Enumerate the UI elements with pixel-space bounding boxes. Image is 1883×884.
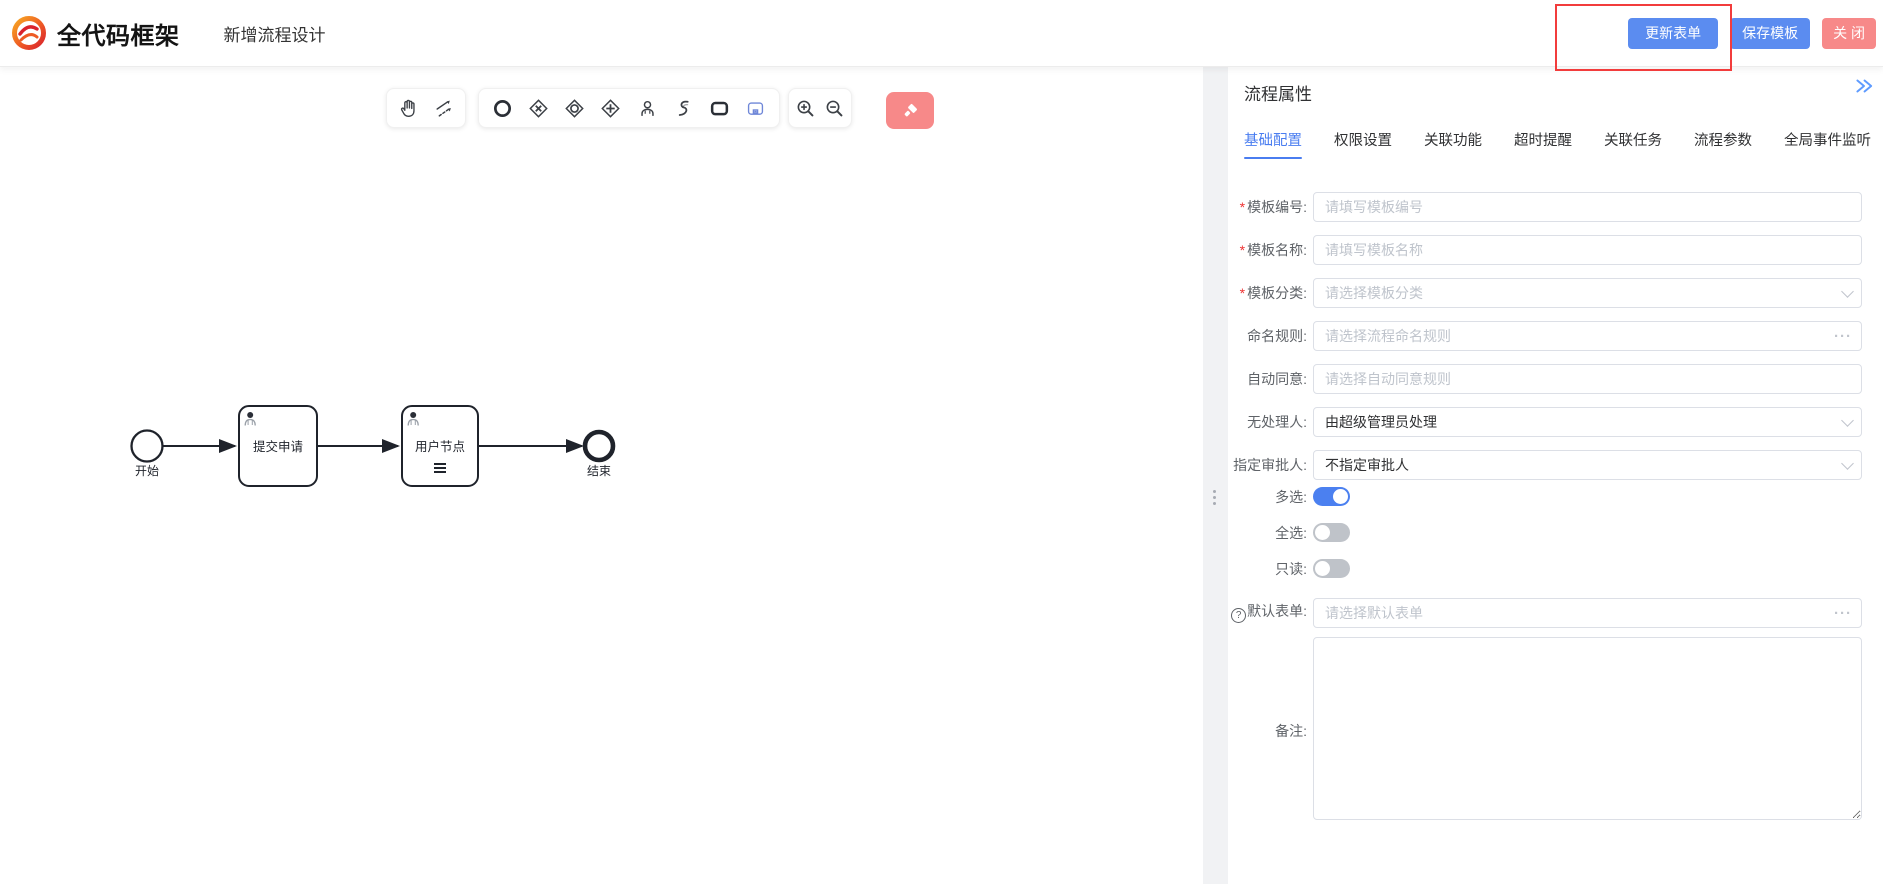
end-event-node[interactable]: 结束 bbox=[585, 432, 613, 478]
form-row-no-handler: 无处理人: bbox=[1228, 407, 1862, 437]
end-node-label: 结束 bbox=[587, 464, 611, 478]
template-code-input[interactable] bbox=[1313, 192, 1862, 222]
field-label: 命名规则: bbox=[1247, 328, 1307, 344]
start-event-node[interactable]: 开始 bbox=[132, 431, 163, 479]
connect-tool-icon[interactable] bbox=[430, 95, 456, 121]
task-node-label: 用户节点 bbox=[415, 439, 465, 454]
field-label: 模板名称: bbox=[1247, 242, 1307, 258]
select-all-toggle[interactable] bbox=[1313, 523, 1350, 542]
user-task-node-user[interactable]: 用户节点 bbox=[402, 406, 478, 486]
arrow-down-icon bbox=[1843, 278, 1852, 308]
form-row-select-all: 全选: bbox=[1228, 523, 1350, 542]
task-icon[interactable] bbox=[707, 95, 733, 121]
field-label: 模板编号: bbox=[1247, 199, 1307, 215]
header: 全代码框架 新增流程设计 更新表单 保存模板 关 闭 bbox=[0, 0, 1883, 67]
field-label: 全选: bbox=[1275, 525, 1307, 541]
page-title: 新增流程设计 bbox=[224, 21, 326, 46]
hand-tool-icon[interactable] bbox=[396, 95, 422, 121]
form-row-template-code: *模板编号: bbox=[1228, 192, 1862, 222]
form-row-auto-agree: 自动同意: bbox=[1228, 364, 1862, 394]
diagram-canvas[interactable]: 开始 提交申请 用户节点 bbox=[0, 67, 1203, 884]
tab-permission[interactable]: 权限设置 bbox=[1334, 129, 1392, 159]
field-label: 只读: bbox=[1275, 561, 1307, 577]
toolbar-group-shapes bbox=[478, 88, 780, 128]
multi-select-toggle[interactable] bbox=[1313, 487, 1350, 506]
tab-related-function[interactable]: 关联功能 bbox=[1424, 129, 1482, 159]
read-only-toggle[interactable] bbox=[1313, 559, 1350, 578]
field-label: 备注: bbox=[1275, 723, 1307, 739]
gateway-inclusive-icon[interactable] bbox=[562, 95, 588, 121]
zoom-in-icon[interactable] bbox=[792, 95, 818, 121]
default-form-input[interactable] bbox=[1313, 598, 1862, 628]
clear-canvas-icon bbox=[900, 101, 920, 121]
zoom-out-icon[interactable] bbox=[822, 95, 848, 121]
toolbar-group-zoom bbox=[788, 88, 852, 128]
form-row-template-category: *模板分类: bbox=[1228, 278, 1862, 308]
form-row-naming-rule: 命名规则: bbox=[1228, 321, 1862, 351]
panel-title: 流程属性 bbox=[1244, 80, 1312, 105]
user-task-node-submit[interactable]: 提交申请 bbox=[239, 406, 317, 486]
logo-title: 全代码框架 bbox=[57, 16, 180, 51]
tab-timeout-reminder[interactable]: 超时提醒 bbox=[1514, 129, 1572, 159]
tab-flow-params[interactable]: 流程参数 bbox=[1694, 129, 1752, 159]
field-label: 默认表单: bbox=[1247, 603, 1307, 619]
ellipsis-icon bbox=[1834, 598, 1852, 628]
save-template-button[interactable]: 保存模板 bbox=[1730, 18, 1810, 49]
tab-global-event-listener[interactable]: 全局事件监听 bbox=[1784, 129, 1871, 159]
start-event-icon[interactable] bbox=[489, 95, 515, 121]
field-label: 自动同意: bbox=[1247, 371, 1307, 387]
task-node-label: 提交申请 bbox=[253, 439, 303, 454]
assigned-approver-select[interactable] bbox=[1313, 450, 1862, 480]
collapse-panel-icon[interactable] bbox=[1853, 75, 1875, 97]
bpmn-diagram: 开始 提交申请 用户节点 bbox=[100, 390, 640, 500]
gateway-parallel-icon[interactable] bbox=[598, 95, 624, 121]
arrow-down-icon bbox=[1843, 450, 1852, 480]
naming-rule-input[interactable] bbox=[1313, 321, 1862, 351]
update-form-button[interactable]: 更新表单 bbox=[1628, 18, 1718, 49]
form-row-default-form: 默认表单: bbox=[1228, 598, 1862, 628]
panel-tabs: 基础配置 权限设置 关联功能 超时提醒 关联任务 流程参数 全局事件监听 bbox=[1244, 129, 1871, 159]
clear-canvas-button[interactable] bbox=[886, 92, 934, 129]
header-actions: 更新表单 保存模板 关 闭 bbox=[1628, 18, 1883, 49]
toolbar-group-tools bbox=[386, 88, 466, 128]
flow-designer-app: 全代码框架 新增流程设计 更新表单 保存模板 关 闭 bbox=[0, 0, 1883, 884]
start-node-label: 开始 bbox=[135, 464, 159, 478]
no-handler-select[interactable] bbox=[1313, 407, 1862, 437]
auto-agree-input[interactable] bbox=[1313, 364, 1862, 394]
arrow-down-icon bbox=[1843, 407, 1852, 437]
form-row-assigned-approver: 指定审批人: bbox=[1228, 450, 1862, 480]
ellipsis-icon bbox=[1834, 321, 1852, 351]
form-row-read-only: 只读: bbox=[1228, 559, 1350, 578]
gateway-exclusive-icon[interactable] bbox=[525, 95, 551, 121]
close-button[interactable]: 关 闭 bbox=[1822, 18, 1876, 49]
tab-basic-config[interactable]: 基础配置 bbox=[1244, 129, 1302, 159]
form-row-template-name: *模板名称: bbox=[1228, 235, 1862, 265]
logo: 全代码框架 bbox=[10, 14, 180, 52]
user-task-icon[interactable] bbox=[634, 95, 660, 121]
panel-resize-handle[interactable] bbox=[1203, 67, 1228, 884]
drag-dots-icon bbox=[1213, 490, 1217, 505]
tab-related-task[interactable]: 关联任务 bbox=[1604, 129, 1662, 159]
template-name-input[interactable] bbox=[1313, 235, 1862, 265]
remark-textarea[interactable] bbox=[1313, 637, 1862, 820]
properties-panel: 流程属性 基础配置 权限设置 关联功能 超时提醒 关联任务 流程参数 全局事件监… bbox=[1228, 67, 1883, 884]
form-row-remark: 备注: bbox=[1228, 637, 1862, 825]
field-label: 指定审批人: bbox=[1233, 457, 1307, 473]
field-label: 多选: bbox=[1275, 489, 1307, 505]
subprocess-icon[interactable] bbox=[743, 95, 769, 121]
logo-icon bbox=[10, 14, 48, 52]
form-row-multi-select: 多选: bbox=[1228, 487, 1350, 506]
sequence-flow-icon[interactable] bbox=[670, 95, 696, 121]
question-circle-icon bbox=[1231, 608, 1246, 623]
field-label: 无处理人: bbox=[1247, 414, 1307, 430]
template-category-select[interactable] bbox=[1313, 278, 1862, 308]
field-label: 模板分类: bbox=[1247, 285, 1307, 301]
